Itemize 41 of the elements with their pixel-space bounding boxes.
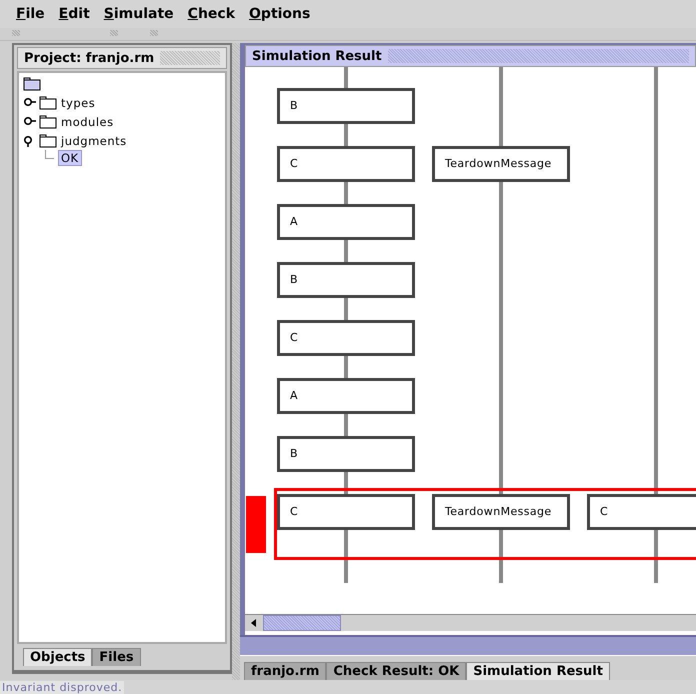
tree-item[interactable]: OK — [58, 150, 82, 166]
toolbar-grip[interactable] — [110, 30, 118, 36]
message-box[interactable]: B — [277, 436, 415, 472]
folder-icon — [39, 134, 57, 148]
panel-title: Project: franjo.rm — [17, 47, 227, 69]
message-box[interactable]: B — [277, 88, 415, 124]
menu-item[interactable]: Edit — [58, 6, 90, 22]
horizontal-scrollbar[interactable] — [245, 614, 696, 631]
message-box[interactable]: C — [277, 320, 415, 356]
tab[interactable]: Check Result: OK — [326, 662, 466, 680]
scroll-thumb[interactable] — [263, 615, 341, 631]
panel-title: Simulation Result — [245, 45, 696, 67]
tab[interactable]: franjo.rm — [244, 662, 326, 680]
toolbar-grip[interactable] — [12, 30, 20, 36]
folder-icon — [23, 77, 41, 91]
folder-icon — [39, 114, 57, 128]
tree-toggle-icon[interactable] — [23, 116, 37, 128]
message-box[interactable]: A — [277, 204, 415, 240]
menu-item[interactable]: Simulate — [104, 6, 174, 22]
message-box[interactable]: C — [277, 146, 415, 182]
toolbar-grip[interactable] — [150, 30, 158, 36]
tree-item[interactable]: modules — [59, 114, 116, 128]
tree-view[interactable]: types modules judgments OK — [17, 71, 227, 644]
tab[interactable]: Objects — [23, 648, 92, 666]
message-box[interactable]: TeardownMessage — [432, 494, 570, 530]
folder-icon — [39, 96, 57, 110]
message-box[interactable]: C — [277, 494, 415, 530]
menu-item[interactable]: Options — [249, 6, 310, 22]
tree-item[interactable]: types — [59, 96, 98, 110]
tree-toggle-icon[interactable] — [23, 96, 37, 108]
error-marker — [246, 496, 266, 553]
tree-item[interactable]: judgments — [59, 134, 129, 148]
tab[interactable]: Simulation Result — [466, 662, 610, 680]
status-message: Invariant disproved. — [0, 680, 124, 694]
message-box[interactable]: TeardownMessage — [432, 146, 570, 182]
menu-item[interactable]: File — [16, 6, 45, 22]
tab[interactable]: Files — [92, 648, 141, 666]
message-box[interactable]: A — [277, 378, 415, 414]
message-box[interactable]: C — [587, 494, 696, 530]
message-box[interactable]: B — [277, 262, 415, 298]
menu-item[interactable]: Check — [188, 6, 236, 22]
